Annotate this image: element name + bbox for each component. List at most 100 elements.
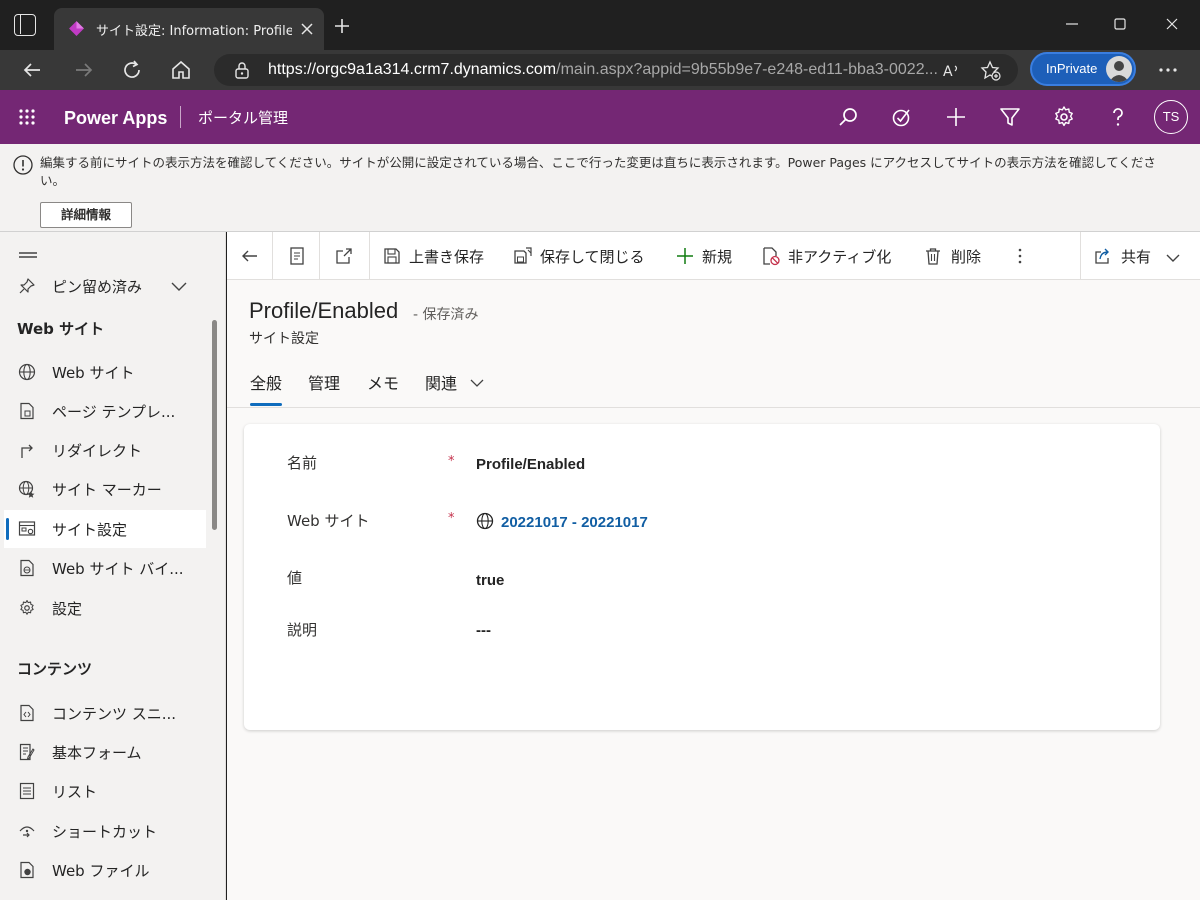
hamburger-menu-icon[interactable] [18,248,38,264]
info-icon [13,155,33,175]
app-launcher-icon[interactable] [18,108,36,126]
sidebar-item-settings[interactable]: 設定 [4,589,206,627]
sidebar-item-label: リダイレクト [52,442,143,460]
sidebar-item-website-bindings[interactable]: Web サイト バイ... [4,549,206,587]
maximize-icon[interactable] [1108,12,1132,36]
help-icon[interactable] [1106,105,1130,129]
globe-icon [18,363,36,381]
delete-button[interactable]: 削除 [951,246,981,267]
share-button[interactable]: 共有 [1121,246,1151,267]
close-tab-icon[interactable] [298,20,316,38]
new-button[interactable]: 新規 [702,246,732,267]
record-save-status: - 保存済み [413,307,479,323]
sidebar-item-label: コンテンツ スニ... [52,705,177,723]
sidebar-item-redirects[interactable]: リダイレクト [4,431,206,469]
browser-more-icon[interactable] [1156,58,1180,82]
url-bar[interactable]: https://orgc9a1a314.crm7.dynamics.com/ma… [214,54,1018,86]
lock-icon[interactable] [234,61,250,79]
app-name[interactable]: Power Apps [64,108,167,129]
browser-address-bar: https://orgc9a1a314.crm7.dynamics.com/ma… [0,50,1200,90]
back-icon[interactable] [20,58,44,82]
name-field[interactable]: Profile/Enabled [476,456,585,473]
inprivate-label: InPrivate [1046,61,1098,76]
website-lookup-link[interactable]: 20221017 - 20221017 [501,514,648,531]
sidebar-item-label: ショートカット [52,823,158,841]
save-button[interactable]: 上書き保存 [409,246,484,267]
value-field[interactable]: true [476,572,504,589]
more-info-button[interactable]: 詳細情報 [40,202,132,228]
sidebar-item-label: Web ファイル [52,862,150,880]
user-avatar[interactable]: TS [1154,100,1188,134]
globe-icon [476,512,494,530]
sidebar-scrollbar[interactable] [212,320,217,530]
open-new-window-icon[interactable] [334,246,354,266]
save-icon[interactable] [382,246,402,266]
tab-actions-icon[interactable] [14,14,36,36]
svg-text:A: A [943,64,953,80]
chevron-down-icon[interactable] [470,378,484,388]
sidebar-item-lists[interactable]: リスト [4,772,206,810]
notification-text: 編集する前にサイトの表示方法を確認してください。サイトが公開に設定されている場合… [40,155,1156,188]
delete-icon[interactable] [923,246,943,266]
description-field[interactable]: --- [476,622,491,639]
tab-admin[interactable]: 管理 [308,370,340,406]
sidebar-item-page-templates[interactable]: ページ テンプレ... [4,392,206,430]
sidebar-item-web-files[interactable]: Web ファイル [4,851,206,889]
back-arrow-icon[interactable] [240,246,260,266]
chevron-down-icon[interactable] [170,279,188,293]
add-favorite-icon[interactable] [980,60,1002,82]
page-template-icon [20,402,34,420]
share-icon[interactable] [1093,246,1113,266]
browser-tab-bar: サイト設定: Information: Profile/Er [0,0,1200,50]
sidebar-section-website: Web サイト [17,320,105,338]
sidebar-item-basic-forms[interactable]: 基本フォーム [4,733,206,771]
header-divider [180,106,181,128]
save-close-icon[interactable] [513,246,533,266]
assistant-icon[interactable] [890,105,914,129]
site-settings-icon [18,521,36,536]
main-content: 上書き保存 保存して閉じる 新規 非アクティブ化 削除 共有 Profile/E… [227,232,1200,900]
forward-icon[interactable] [72,58,96,82]
chevron-down-icon[interactable] [1163,248,1183,268]
inprivate-badge[interactable]: InPrivate [1030,52,1136,86]
home-icon[interactable] [169,58,193,82]
command-divider [319,232,320,280]
save-close-button[interactable]: 保存して閉じる [540,246,645,267]
gear-icon [20,599,34,615]
tab-notes[interactable]: メモ [367,370,399,406]
sidebar-item-site-markers[interactable]: サイト マーカー [4,470,206,508]
record-set-icon[interactable] [287,246,307,266]
browser-tab[interactable]: サイト設定: Information: Profile/Er [54,8,324,50]
tab-general[interactable]: 全般 [250,370,283,406]
sidebar-item-site-settings[interactable]: サイト設定 [4,510,206,548]
sidebar-pinned[interactable]: ピン留め済み [4,267,206,305]
read-aloud-icon[interactable]: A [940,60,962,82]
command-divider [1080,232,1081,280]
redirect-icon [21,444,33,458]
sidebar-item-shortcuts[interactable]: ショートカット [4,812,206,850]
tab-related[interactable]: 関連 [425,370,457,406]
new-tab-icon[interactable] [332,16,352,36]
add-icon[interactable] [675,246,695,266]
add-icon[interactable] [944,105,968,129]
filter-icon[interactable] [998,105,1022,129]
close-window-icon[interactable] [1160,12,1184,36]
sidebar-item-label: サイト設定 [52,521,128,539]
sidebar-item-content-snippets[interactable]: コンテンツ スニ... [4,694,206,732]
sidebar-item-websites[interactable]: Web サイト [4,353,206,391]
general-section-card: 名前 * Profile/Enabled Web サイト * 20221017 … [244,424,1160,730]
sidebar-section-content: コンテンツ [17,660,93,678]
settings-icon[interactable] [1052,105,1076,129]
more-commands-icon[interactable] [1010,246,1030,266]
minimize-icon[interactable] [1060,12,1084,36]
sidebar-item-label: 基本フォーム [52,744,142,762]
sidebar-item-label: 設定 [52,600,83,618]
deactivate-icon[interactable] [761,246,781,266]
refresh-icon[interactable] [120,58,144,82]
deactivate-button[interactable]: 非アクティブ化 [788,246,891,267]
form-tabs: 全般 管理 メモ 関連 [227,362,1200,408]
notification-bar: 編集する前にサイトの表示方法を確認してください。サイトが公開に設定されている場合… [0,144,1200,232]
name-field-label: 名前 [287,454,318,472]
search-icon[interactable] [836,105,860,129]
web-file-icon [20,861,34,879]
